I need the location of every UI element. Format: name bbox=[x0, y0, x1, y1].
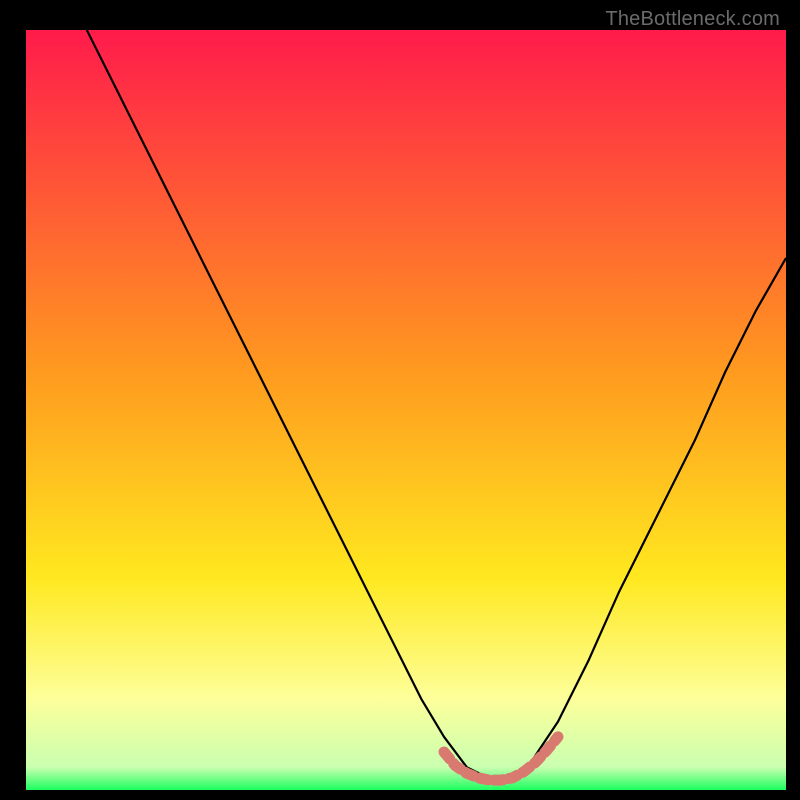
gradient-background bbox=[26, 30, 786, 790]
watermark-text: TheBottleneck.com bbox=[605, 8, 780, 31]
chart-frame: TheBottleneck.com bbox=[0, 0, 800, 800]
plot-svg bbox=[26, 30, 786, 790]
plot-area bbox=[26, 30, 786, 790]
